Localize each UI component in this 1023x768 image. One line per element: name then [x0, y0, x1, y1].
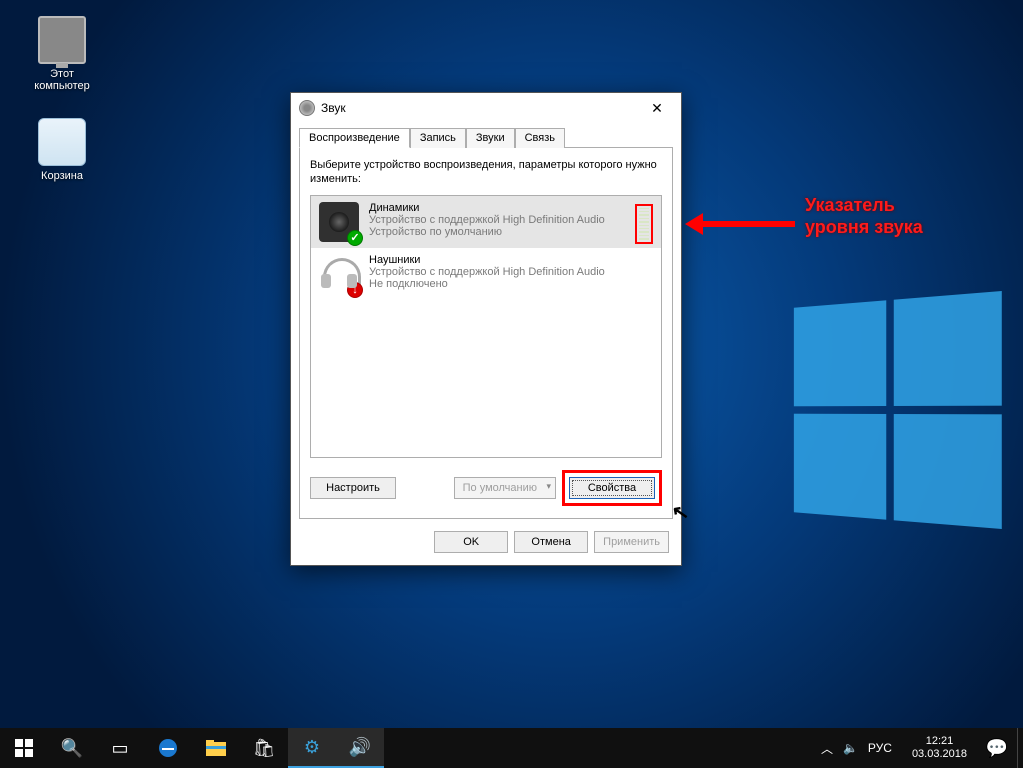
annotation-line: Указатель — [805, 195, 923, 217]
annotation-line: уровня звука — [805, 217, 923, 239]
desktop-icon-this-pc[interactable]: Этот компьютер — [24, 16, 100, 92]
sound-dialog: Звук ✕ Воспроизведение Запись Звуки Связ… — [290, 92, 682, 566]
configure-button[interactable]: Настроить — [310, 477, 396, 499]
titlebar[interactable]: Звук ✕ — [291, 93, 681, 123]
apply-button: Применить — [594, 531, 669, 553]
device-desc: Устройство с поддержкой High Definition … — [369, 214, 605, 226]
properties-button[interactable]: Свойства — [569, 477, 655, 499]
task-view-icon: ▭ — [111, 738, 128, 759]
cancel-button[interactable]: Отмена — [514, 531, 588, 553]
sound-icon — [299, 100, 315, 116]
taskbar-app-settings[interactable]: ⚙ — [288, 728, 336, 768]
volume-level-meter — [635, 204, 653, 244]
annotation-arrow — [685, 213, 795, 235]
desktop-icon-label: Корзина — [24, 170, 100, 182]
start-button[interactable] — [0, 728, 48, 768]
tray-volume-icon[interactable]: 🔈 — [843, 741, 858, 755]
speaker-icon: ✓ — [319, 202, 359, 242]
taskbar-app-store[interactable]: 🛍 — [240, 728, 288, 768]
device-item-headphones[interactable]: ↓ Наушники Устройство с поддержкой High … — [311, 248, 661, 300]
taskbar: 🔍 ▭ 🛍 ⚙ 🔊 ︿ 🔈 РУС — [0, 728, 1023, 768]
taskbar-app-explorer[interactable] — [192, 728, 240, 768]
dialog-button-row: OK Отмена Применить — [291, 525, 681, 565]
tab-record[interactable]: Запись — [410, 128, 466, 148]
device-desc: Устройство с поддержкой High Definition … — [369, 266, 605, 278]
arrow-down-icon: ↓ — [347, 282, 363, 298]
notification-icon: 💬 — [986, 738, 1008, 759]
search-icon: 🔍 — [61, 738, 83, 759]
search-button[interactable]: 🔍 — [48, 728, 96, 768]
annotation-text: Указатель уровня звука — [805, 195, 923, 238]
recycle-bin-icon — [38, 118, 86, 166]
tab-sounds[interactable]: Звуки — [466, 128, 515, 148]
device-item-speakers[interactable]: ✓ Динамики Устройство с поддержкой High … — [311, 196, 661, 248]
desktop-icon-label: Этот компьютер — [24, 68, 100, 92]
tab-playback[interactable]: Воспроизведение — [299, 128, 410, 148]
tray-language[interactable]: РУС — [868, 741, 892, 755]
tab-comm[interactable]: Связь — [515, 128, 565, 148]
taskbar-app-sound[interactable]: 🔊 — [336, 728, 384, 768]
wallpaper-windows-logo — [794, 291, 1002, 529]
clock-date: 03.03.2018 — [912, 748, 967, 761]
store-icon: 🛍 — [253, 738, 276, 759]
clock-time: 12:21 — [912, 735, 967, 748]
tab-strip: Воспроизведение Запись Звуки Связь — [291, 123, 681, 147]
close-icon: ✕ — [651, 100, 663, 117]
tray-overflow-button[interactable]: ︿ — [821, 740, 833, 757]
windows-icon — [15, 739, 33, 757]
edge-icon — [158, 738, 178, 758]
desktop-icon-recycle-bin[interactable]: Корзина — [24, 118, 100, 182]
computer-icon — [38, 16, 86, 64]
ok-button[interactable]: OK — [434, 531, 508, 553]
highlight-properties: Свойства — [562, 470, 662, 506]
show-desktop-button[interactable] — [1017, 728, 1023, 768]
taskbar-app-edge[interactable] — [144, 728, 192, 768]
device-name: Динамики — [369, 202, 605, 214]
hint-text: Выберите устройство воспроизведения, пар… — [310, 158, 662, 187]
tab-body: Выберите устройство воспроизведения, пар… — [299, 147, 673, 519]
device-status: Устройство по умолчанию — [369, 226, 605, 238]
task-view-button[interactable]: ▭ — [96, 728, 144, 768]
sound-panel-icon: 🔊 — [349, 737, 371, 758]
set-default-button: По умолчанию — [454, 477, 556, 499]
headphones-icon: ↓ — [319, 254, 359, 294]
device-name: Наушники — [369, 254, 605, 266]
close-button[interactable]: ✕ — [637, 94, 677, 122]
settings-icon: ⚙ — [304, 737, 320, 758]
system-tray: ︿ 🔈 РУС — [811, 740, 902, 757]
folder-icon — [206, 740, 226, 756]
device-status: Не подключено — [369, 278, 605, 290]
action-center-button[interactable]: 💬 — [977, 728, 1017, 768]
device-action-row: Настроить По умолчанию Свойства — [310, 470, 662, 506]
window-title: Звук — [321, 101, 346, 115]
check-icon: ✓ — [347, 230, 363, 246]
taskbar-clock[interactable]: 12:21 03.03.2018 — [902, 731, 977, 764]
device-list[interactable]: ✓ Динамики Устройство с поддержкой High … — [310, 195, 662, 458]
